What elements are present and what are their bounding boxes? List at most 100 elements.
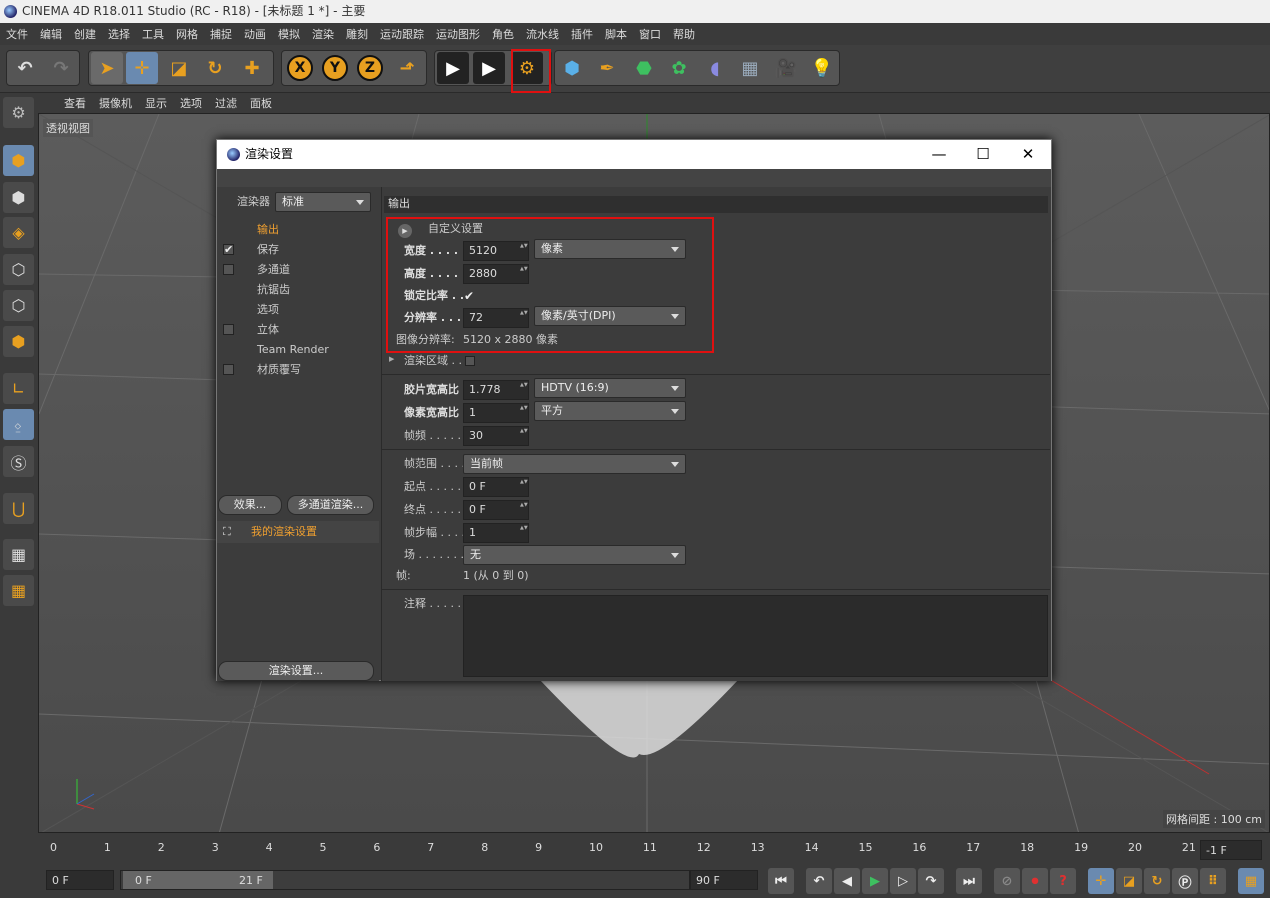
fps-input[interactable]: 30	[463, 426, 529, 446]
previous-key-icon[interactable]: ↶	[806, 868, 832, 894]
lock-workplane-icon[interactable]: ▦	[3, 539, 34, 570]
texture-mode-icon[interactable]: ⬢	[3, 182, 34, 213]
light-icon[interactable]: 💡	[806, 52, 838, 84]
end-frame-field[interactable]: 90 F	[690, 870, 758, 890]
floor-icon[interactable]: ▦	[734, 52, 766, 84]
my-render-settings-item[interactable]: 我的渲染设置	[251, 522, 317, 542]
renderer-select[interactable]: 标准	[275, 192, 371, 212]
x-axis-icon[interactable]: X	[284, 52, 316, 84]
polygons-mode-icon[interactable]: ⬢	[3, 326, 34, 357]
previous-frame-icon[interactable]: ◀	[834, 868, 860, 894]
nav-item[interactable]: 输出	[257, 220, 279, 240]
move-icon[interactable]: ✛	[126, 52, 158, 84]
key-scale-icon[interactable]: ◪	[1116, 868, 1142, 894]
menu-item[interactable]: 捕捉	[210, 26, 232, 42]
film-aspect-input[interactable]: 1.778	[463, 380, 529, 400]
render-settings-button[interactable]: 渲染设置...	[218, 661, 374, 681]
snap-icon[interactable]: Ⓢ	[3, 446, 34, 477]
go-to-end-icon[interactable]: ⏭	[956, 868, 982, 894]
menu-item[interactable]: 插件	[571, 26, 593, 42]
frame-range-slider[interactable]: 0 F 21 F	[120, 870, 690, 890]
close-icon[interactable]: ✕	[1006, 140, 1050, 169]
nav-item[interactable]: 保存	[257, 240, 279, 260]
nav-checkbox[interactable]	[223, 364, 234, 375]
viewport-menu-item[interactable]: 面板	[250, 95, 272, 111]
nav-checkbox[interactable]	[223, 324, 234, 335]
render-region-arrow-icon[interactable]: ▶	[389, 355, 394, 363]
record-keys-icon[interactable]: ⊘	[994, 868, 1020, 894]
scale-icon[interactable]: ◪	[163, 52, 195, 84]
model-mode-icon[interactable]: ⬢	[3, 145, 34, 176]
deformer-icon[interactable]: ◖	[699, 52, 731, 84]
rotate-icon[interactable]: ↻	[199, 52, 231, 84]
subdivision-icon[interactable]: ⬣	[628, 52, 660, 84]
planar-workplane-icon[interactable]: ▦	[3, 575, 34, 606]
frame-range-select[interactable]: 当前帧	[463, 454, 686, 474]
viewport-menu-item[interactable]: 摄像机	[99, 95, 132, 111]
frame-step-input[interactable]: 1	[463, 523, 529, 543]
key-pla-icon[interactable]: ⠿	[1200, 868, 1226, 894]
viewport-menu-item[interactable]: 查看	[64, 95, 86, 111]
menu-item[interactable]: 流水线	[526, 26, 559, 42]
menu-item[interactable]: 脚本	[605, 26, 627, 42]
tweak-mode-icon[interactable]: ⍚	[3, 409, 34, 440]
menu-item[interactable]: 模拟	[278, 26, 300, 42]
menu-item[interactable]: 渲染	[312, 26, 334, 42]
autokey-icon[interactable]: ⏺	[1022, 868, 1048, 894]
nav-item[interactable]: 材质覆写	[257, 360, 301, 380]
menu-item[interactable]: 帮助	[673, 26, 695, 42]
nav-checkbox[interactable]	[223, 264, 234, 275]
viewport-menu-item[interactable]: 显示	[145, 95, 167, 111]
nav-item[interactable]: 选项	[257, 300, 279, 320]
points-mode-icon[interactable]: ⬡	[3, 254, 34, 285]
pixel-aspect-input[interactable]: 1	[463, 403, 529, 423]
mode-icon[interactable]: ⚙	[3, 97, 34, 128]
y-axis-icon[interactable]: Y	[319, 52, 351, 84]
current-time-field[interactable]: -1 F	[1200, 840, 1262, 860]
film-aspect-select[interactable]: HDTV (16:9)	[534, 378, 686, 398]
multipass-render-button[interactable]: 多通道渲染...	[287, 495, 374, 515]
undo-icon[interactable]: ↶	[9, 52, 41, 84]
notes-textarea[interactable]	[463, 595, 1048, 677]
menu-item[interactable]: 角色	[492, 26, 514, 42]
menu-item[interactable]: 创建	[74, 26, 96, 42]
start-input[interactable]: 0 F	[463, 477, 529, 497]
redo-icon[interactable]: ↷	[45, 52, 77, 84]
minimize-icon[interactable]: —	[917, 140, 961, 169]
nav-item[interactable]: Team Render	[257, 340, 329, 360]
add-icon[interactable]: ✚	[236, 52, 268, 84]
next-key-icon[interactable]: ↷	[918, 868, 944, 894]
timeline-window-icon[interactable]: ▦	[1238, 868, 1264, 894]
go-to-start-icon[interactable]: ⏮	[768, 868, 794, 894]
timeline-ruler[interactable]: 0 1 2 3 4 5 6 7 8 9 10 11 12 13 14 15 16 17 18 19 20 21 -1 F	[38, 833, 1270, 863]
axis-mode-icon[interactable]: ∟	[3, 373, 34, 404]
edges-mode-icon[interactable]: ⬡	[3, 290, 34, 321]
select-icon[interactable]: ➤	[91, 52, 123, 84]
menu-item[interactable]: 工具	[142, 26, 164, 42]
menu-item[interactable]: 选择	[108, 26, 130, 42]
coordinate-system-icon[interactable]: ⬏	[391, 52, 423, 84]
cube-icon[interactable]: ⬢	[556, 52, 588, 84]
nav-item[interactable]: 抗锯齿	[257, 280, 290, 300]
key-position-icon[interactable]: ✛	[1088, 868, 1114, 894]
render-picture-viewer-icon[interactable]: ▶	[473, 52, 505, 84]
effects-button[interactable]: 效果...	[218, 495, 282, 515]
next-frame-icon[interactable]: ▷	[890, 868, 916, 894]
menu-item[interactable]: 网格	[176, 26, 198, 42]
play-icon[interactable]: ▶	[862, 868, 888, 894]
field-select[interactable]: 无	[463, 545, 686, 565]
menu-item[interactable]: 窗口	[639, 26, 661, 42]
menu-item[interactable]: 运动跟踪	[380, 26, 424, 42]
keyframe-selection-icon[interactable]: ?	[1050, 868, 1076, 894]
pen-icon[interactable]: ✒	[591, 52, 623, 84]
menu-item[interactable]: 文件	[6, 26, 28, 42]
viewport-menu-item[interactable]: 过滤	[215, 95, 237, 111]
nav-item[interactable]: 立体	[257, 320, 279, 340]
z-axis-icon[interactable]: Z	[354, 52, 386, 84]
current-frame-field[interactable]: 0 F	[46, 870, 114, 890]
menu-item[interactable]: 动画	[244, 26, 266, 42]
magnet-icon[interactable]: ⋃	[3, 493, 34, 524]
workplane-icon[interactable]: ◈	[3, 217, 34, 248]
render-view-icon[interactable]: ▶	[437, 52, 469, 84]
menu-item[interactable]: 运动图形	[436, 26, 480, 42]
